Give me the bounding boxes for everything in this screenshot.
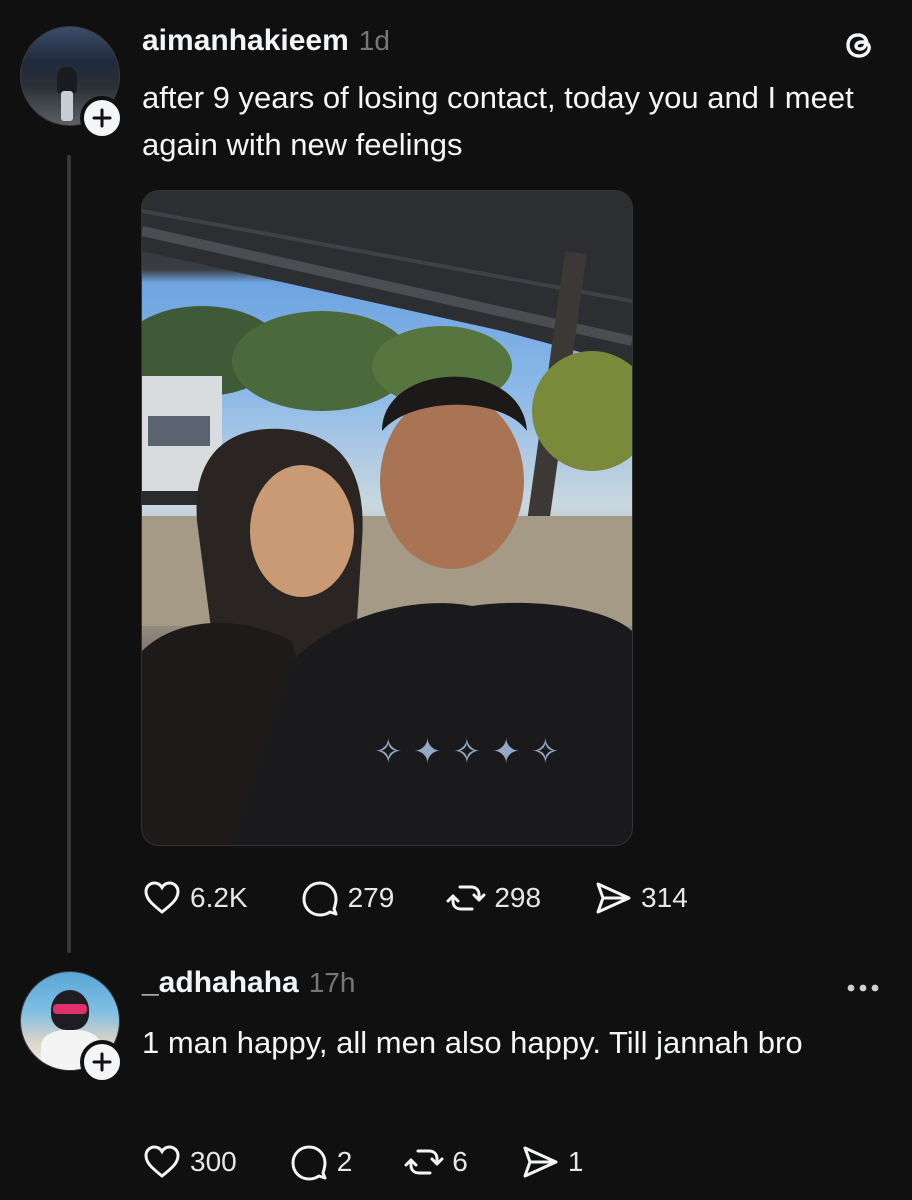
like-count: 300 (190, 1146, 237, 1177)
share-count: 1 (567, 1146, 584, 1177)
plus-icon (92, 108, 112, 128)
avatar-figure-glasses (53, 1004, 87, 1014)
send-icon (596, 882, 631, 914)
like-count: 6.2K (190, 882, 248, 913)
plus-icon (92, 1052, 112, 1072)
post-photo[interactable]: ✧ ✦ ✧ ✦ ✧ (141, 190, 633, 846)
timestamp: 1d (358, 25, 390, 56)
reply-count: 2 (336, 1146, 353, 1177)
comment-icon (291, 1145, 327, 1181)
repost-button[interactable]: 6 (404, 1142, 468, 1182)
threads-logo-icon[interactable] (840, 26, 878, 64)
share-button[interactable]: 314 (593, 878, 688, 918)
repost-count: 6 (452, 1146, 468, 1177)
reply-button[interactable]: 279 (300, 878, 395, 918)
repost-count: 298 (494, 882, 542, 913)
reply-actions: 300 2 6 1 (142, 1142, 635, 1182)
reply-header: _adhahaha 17h (142, 966, 355, 1000)
reply-count: 279 (347, 882, 395, 913)
post-text: after 9 years of losing contact, today y… (142, 80, 854, 162)
post-actions: 6.2K 279 298 314 (142, 878, 740, 918)
svg-text:✧ ✦ ✧ ✦ ✧: ✧ ✦ ✧ ✦ ✧ (374, 732, 560, 772)
comment-icon (302, 881, 338, 917)
username[interactable]: _adhahaha (142, 966, 299, 1000)
photo-scene: ✧ ✦ ✧ ✦ ✧ (142, 191, 632, 845)
repost-button[interactable]: 298 (446, 878, 541, 918)
post-header: aimanhakieem 1d (142, 24, 390, 58)
heart-icon (144, 1145, 180, 1178)
reply-text: 1 man happy, all men also happy. Till ja… (142, 1025, 803, 1060)
heart-icon (144, 881, 180, 914)
follow-button[interactable] (80, 96, 124, 140)
repost-icon (446, 885, 486, 911)
reply-button[interactable]: 2 (289, 1142, 353, 1182)
share-button[interactable]: 1 (520, 1142, 584, 1182)
thread-line (67, 155, 71, 953)
like-button[interactable]: 6.2K (142, 878, 248, 918)
more-icon[interactable] (845, 982, 881, 994)
timestamp: 17h (308, 967, 356, 998)
avatar-figure (57, 67, 77, 93)
send-icon (523, 1146, 558, 1178)
repost-icon (404, 1149, 444, 1175)
follow-button[interactable] (80, 1040, 124, 1084)
like-button[interactable]: 300 (142, 1142, 237, 1182)
share-count: 314 (641, 882, 688, 913)
username[interactable]: aimanhakieem (142, 24, 349, 58)
avatar-figure-legs (61, 91, 73, 121)
